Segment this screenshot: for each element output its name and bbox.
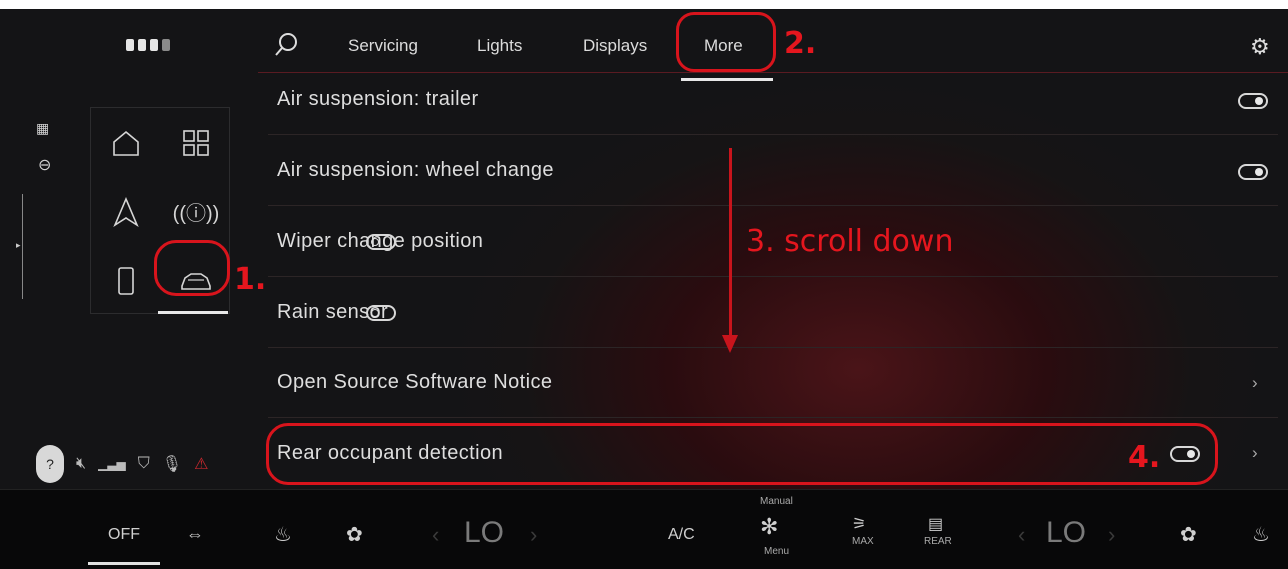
temp-right-down-chevron-icon[interactable]: ‹ <box>1018 522 1025 548</box>
page-dot <box>150 39 158 51</box>
annotation-step-4: 4. <box>1128 440 1161 475</box>
user-profile-icon[interactable]: ? <box>36 445 64 483</box>
mute-icon[interactable]: 🔇︎ <box>76 455 86 473</box>
divider <box>268 417 1278 418</box>
page-dot <box>138 39 146 51</box>
seat-vent-right-icon[interactable]: ✿ <box>1180 522 1197 547</box>
toggle-air-suspension-wheel-change[interactable] <box>1238 164 1268 180</box>
defrost-max-icon[interactable]: ⚞ <box>852 514 866 534</box>
toggle-air-suspension-trailer[interactable] <box>1238 93 1268 109</box>
list-item-air-suspension-trailer[interactable]: Air suspension: trailer <box>277 88 479 111</box>
annotation-step-2: 2. <box>784 26 817 61</box>
temp-left-up-chevron-icon[interactable]: › <box>530 522 537 548</box>
fan-menu-label[interactable]: Menu <box>764 546 789 557</box>
seat-vent-left-icon[interactable]: ✿ <box>346 522 363 547</box>
navigation-icon[interactable] <box>91 177 161 246</box>
defrost-max-label[interactable]: MAX <box>852 536 874 547</box>
radio-icon[interactable]: ((ⓘ)) <box>161 177 231 246</box>
home-icon[interactable] <box>91 108 161 177</box>
divider <box>268 205 1278 206</box>
car-airflow-icon[interactable]: ⇔ <box>186 524 204 545</box>
search-icon[interactable] <box>274 31 300 57</box>
scroll-track <box>22 194 23 299</box>
scroll-arrow-head-icon <box>722 335 738 353</box>
fan-mode-label: Manual <box>760 496 793 507</box>
page-dot <box>126 39 134 51</box>
tab-lights[interactable]: Lights <box>477 36 522 56</box>
scroll-arrow-line <box>729 148 732 340</box>
privacy-icon[interactable]: ⛉ <box>138 455 150 473</box>
top-border <box>0 0 1288 9</box>
annotation-step-1: 1. <box>234 262 267 297</box>
temp-right-up-chevron-icon[interactable]: › <box>1108 522 1115 548</box>
annotation-highlight-car <box>154 240 230 296</box>
infotainment-screen: ▦ ⊖ ▸ ((ⓘ)) ? 🔇︎ ▁▃▅ ⛉ 🎙︎ ⚠ Servicing Li… <box>0 0 1288 569</box>
annotation-highlight-more-tab <box>676 12 776 72</box>
annotation-highlight-rear-occupant <box>266 423 1218 485</box>
gear-icon[interactable]: ⚙ <box>1250 34 1270 60</box>
page-indicator <box>126 39 170 51</box>
split-view-icon[interactable]: ▦ <box>36 120 49 137</box>
left-temperature: LO <box>464 516 505 549</box>
phone-icon[interactable] <box>91 246 161 315</box>
selected-tab-underline <box>681 78 773 81</box>
divider <box>268 347 1278 348</box>
car-connect-icon[interactable]: ⊖ <box>38 155 51 175</box>
toggle-rain-sensor[interactable] <box>366 305 396 321</box>
warning-icon[interactable]: ⚠ <box>194 454 208 474</box>
seat-heat-right-icon[interactable]: ♨ <box>1252 522 1270 547</box>
list-item-open-source-notice[interactable]: Open Source Software Notice <box>277 371 552 394</box>
tab-servicing[interactable]: Servicing <box>348 36 418 56</box>
climate-off-button[interactable]: OFF <box>108 526 140 544</box>
toggle-wiper-change-position[interactable] <box>366 234 396 250</box>
tab-displays[interactable]: Displays <box>583 36 647 56</box>
apps-grid-icon[interactable] <box>161 108 231 177</box>
signal-icon: ▁▃▅ <box>98 457 126 471</box>
defrost-rear-icon[interactable]: ▤ <box>928 514 943 534</box>
divider <box>268 276 1278 277</box>
chevron-right-icon[interactable]: › <box>1252 443 1258 463</box>
off-underline <box>88 562 160 565</box>
defrost-rear-label[interactable]: REAR <box>924 536 952 547</box>
fan-icon[interactable]: ✻ <box>760 514 778 540</box>
list-item-air-suspension-wheel-change[interactable]: Air suspension: wheel change <box>277 159 554 182</box>
right-temperature: LO <box>1046 516 1087 549</box>
annotation-step-3: 3. scroll down <box>746 224 954 259</box>
seat-heat-left-icon[interactable]: ♨ <box>274 522 292 547</box>
divider <box>268 134 1278 135</box>
microphone-icon[interactable]: 🎙︎ <box>162 454 182 474</box>
temp-left-down-chevron-icon[interactable]: ‹ <box>432 522 439 548</box>
page-dot <box>162 39 170 51</box>
selected-app-underline <box>158 311 228 314</box>
scroll-marker-icon: ▸ <box>16 240 21 250</box>
status-icons-row: ? 🔇︎ ▁▃▅ ⛉ 🎙︎ ⚠ <box>36 445 208 483</box>
climate-bar: OFF ⇔ ♨ ✿ ‹ LO › A/C Manual ✻ Menu ⚞ MAX… <box>0 489 1288 569</box>
chevron-right-icon[interactable]: › <box>1252 373 1258 393</box>
ac-button[interactable]: A/C <box>668 526 695 544</box>
